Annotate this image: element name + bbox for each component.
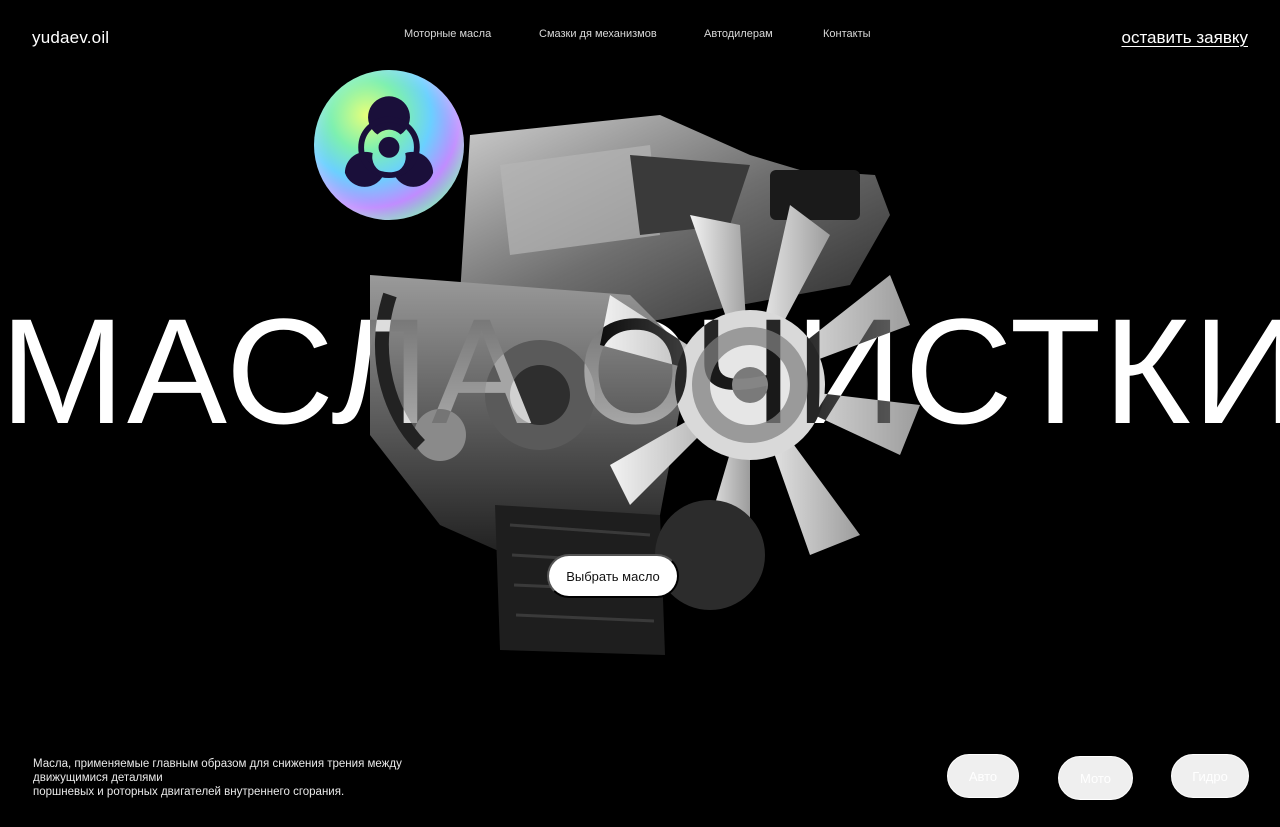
nav-motor-oils[interactable]: Моторные масла bbox=[404, 28, 491, 40]
category-hydro-button[interactable]: Гидро bbox=[1171, 754, 1249, 798]
choose-oil-button[interactable]: Выбрать масло bbox=[547, 554, 679, 598]
description-line: поршневых и роторных двигателей внутренн… bbox=[33, 786, 345, 798]
leave-request-link[interactable]: оставить заявку bbox=[1121, 28, 1248, 48]
nav-contacts[interactable]: Контакты bbox=[823, 28, 871, 40]
description: Масла, применяемые главным образом для с… bbox=[33, 757, 453, 799]
category-moto-button[interactable]: Мото bbox=[1058, 756, 1133, 800]
nav-dealers[interactable]: Автодилерам bbox=[704, 28, 773, 40]
biohazard-badge bbox=[314, 70, 464, 220]
description-line: Масла, применяемые главным образом для с… bbox=[33, 758, 402, 770]
nav-lubricants[interactable]: Смазки дя механизмов bbox=[539, 28, 657, 40]
hero-title: МАСЛА ОЧИСТКИ bbox=[0, 287, 1280, 455]
description-line: движущимися деталями bbox=[33, 772, 163, 784]
main-nav: Моторные масла Смазки дя механизмов Авто… bbox=[0, 28, 1280, 42]
category-auto-button[interactable]: Авто bbox=[947, 754, 1019, 798]
biohazard-icon bbox=[344, 96, 434, 187]
